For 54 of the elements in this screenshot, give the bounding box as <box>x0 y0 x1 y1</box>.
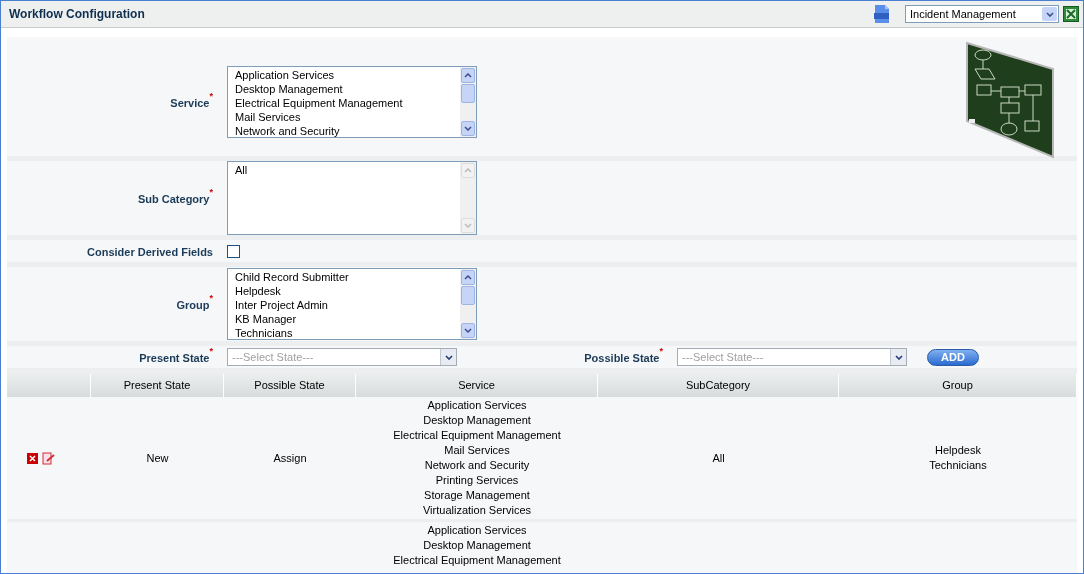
list-option[interactable]: KB Manager <box>235 312 460 326</box>
scroll-up-icon <box>464 168 472 173</box>
page-title: Workflow Configuration <box>9 6 146 23</box>
scrollbar-thumb[interactable] <box>461 286 475 305</box>
table-cell-text: Assign <box>273 450 307 466</box>
list-option[interactable]: Application Services <box>235 67 460 82</box>
service-name: Mail Services <box>444 443 510 458</box>
scrollbar[interactable] <box>460 66 476 137</box>
group-name: Technicians <box>929 458 987 473</box>
module-dropdown[interactable]: Incident Management <box>905 5 1059 23</box>
checkbox[interactable] <box>227 244 240 258</box>
delete-icon[interactable] <box>27 452 38 464</box>
list-option[interactable]: Helpdesk <box>235 284 460 298</box>
log-file-icon[interactable] <box>873 4 891 24</box>
list-option[interactable]: Network and Security <box>235 123 460 138</box>
field-label: Consider Derived Fields <box>87 246 213 258</box>
scroll-down-icon <box>464 223 472 228</box>
list-option[interactable]: Inter Project Admin <box>235 298 460 312</box>
table-cell-text: New <box>146 450 169 466</box>
service-name: Application Services <box>427 398 527 413</box>
list-option[interactable]: Desktop Management <box>235 81 460 96</box>
scroll-up-icon <box>464 275 472 280</box>
column-header: Group <box>839 374 1077 397</box>
group-name: Helpdesk <box>935 443 981 458</box>
scrollbar-thumb[interactable] <box>461 83 475 103</box>
scroll-down-icon <box>464 328 472 333</box>
service-name: Desktop Management <box>423 413 531 428</box>
list-box[interactable]: Application Services Desktop Management Electrical Equipment Management Mail Services Network and Security <box>227 65 477 138</box>
column-header: SubCategory <box>598 374 839 397</box>
edit-icon[interactable] <box>42 451 56 465</box>
service-name: Printing Services <box>435 473 519 488</box>
service-name: Application Services <box>427 523 527 538</box>
service-name: Electrical Equipment Management <box>393 428 561 443</box>
list-option[interactable]: All <box>235 163 460 177</box>
list-box[interactable]: Child Record Submitter Helpdesk Inter Project Admin KB Manager Technicians <box>227 268 477 340</box>
list-option[interactable]: Electrical Equipment Management <box>235 95 460 110</box>
scrollbar[interactable] <box>460 162 476 234</box>
list-box[interactable]: All <box>227 161 477 235</box>
service-name: Virtualization Services <box>423 503 531 518</box>
list-option[interactable]: Mail Services <box>235 109 460 124</box>
spreadsheet-export-icon[interactable] <box>1063 6 1079 22</box>
service-name: Desktop Management <box>423 538 531 553</box>
column-header: Service <box>356 374 598 397</box>
list-option[interactable]: Child Record Submitter <box>235 270 460 284</box>
service-name: Storage Management <box>424 488 530 503</box>
scrollbar[interactable] <box>460 269 476 339</box>
column-header: Present State <box>91 374 224 397</box>
column-header: Possible State <box>224 374 356 397</box>
scroll-up-icon <box>464 72 472 78</box>
service-name: Electrical Equipment Management <box>393 553 561 568</box>
table-cell-text: All <box>712 450 725 466</box>
service-name: Network and Security <box>424 458 530 473</box>
scroll-down-icon <box>464 125 472 131</box>
list-option[interactable]: Technicians <box>235 326 460 340</box>
